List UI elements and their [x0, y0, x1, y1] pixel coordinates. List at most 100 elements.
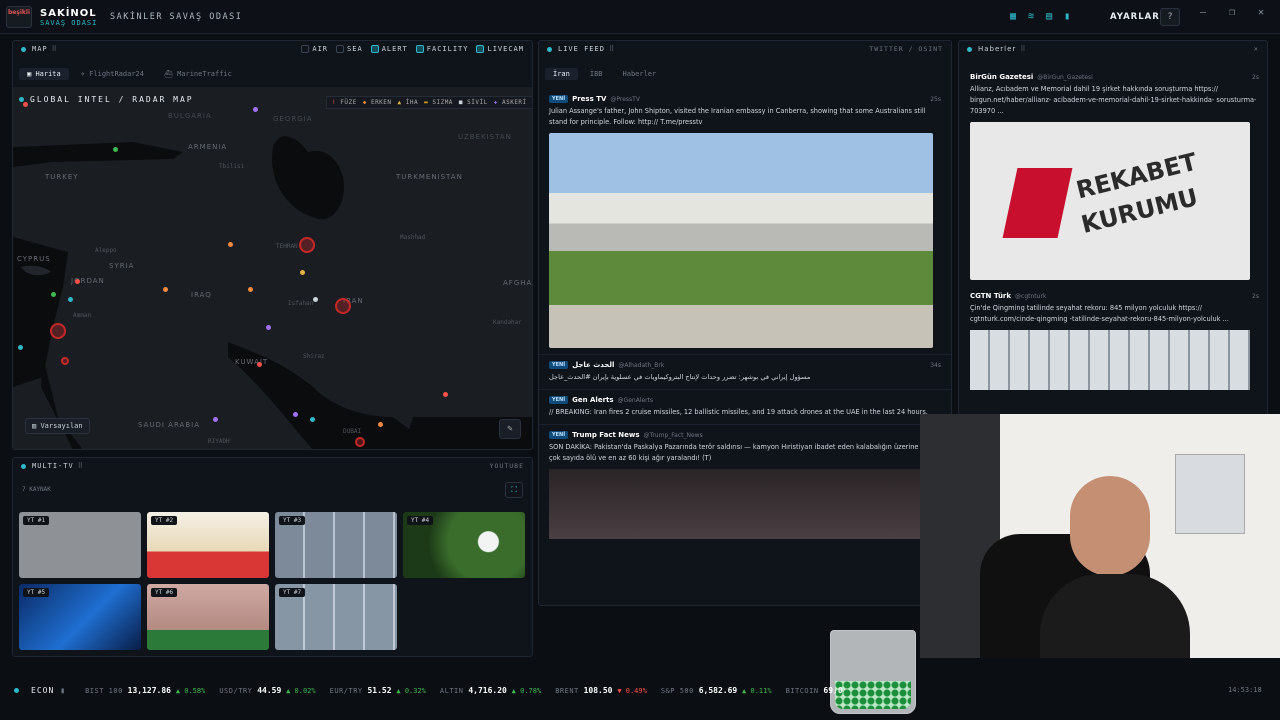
feed-media-image[interactable]	[549, 469, 933, 539]
feed-item[interactable]: YENİ Gen Alerts @GenAlerts // BREAKING: …	[539, 390, 951, 425]
layer-default-button[interactable]: ▥ Varsayılan	[25, 418, 90, 434]
drag-handle-icon[interactable]: ⠿	[609, 45, 615, 53]
news-title: Haberler	[978, 45, 1017, 53]
early-marker[interactable]	[248, 287, 253, 292]
tv-tile-3[interactable]: YT #3	[275, 512, 397, 578]
tv-tile-5[interactable]: YT #5	[19, 584, 141, 650]
feed-item[interactable]: YENİ Press TV @PressTV 25s Julian Assang…	[539, 89, 951, 355]
edit-pencil-button[interactable]: ✎	[499, 419, 521, 439]
feed-media-image[interactable]	[549, 133, 933, 348]
news-media-image[interactable]	[970, 330, 1250, 390]
tv-tile-6[interactable]: YT #6	[147, 584, 269, 650]
feed-item-header: YENİ Gen Alerts @GenAlerts	[549, 396, 941, 404]
news-handle: @BirGun_Gazetesi	[1037, 73, 1093, 81]
early-marker[interactable]	[163, 287, 168, 292]
help-button[interactable]: ?	[1160, 8, 1180, 26]
ticker-sp500[interactable]: S&P 500 6,582.69 ▲ 0.11%	[661, 686, 772, 695]
tab-marinetraffic[interactable]: ⛴ MarineTraffic	[156, 68, 240, 80]
facility-marker[interactable]	[113, 147, 118, 152]
ticker-brent[interactable]: BRENT 108.50 ▼ 0.49%	[555, 686, 647, 695]
top-icon-group: ▦ ≋ ▤ ▮	[1010, 11, 1070, 22]
feed-item-header: YENİ Press TV @PressTV 25s	[549, 95, 941, 103]
feed-handle: @PressTV	[610, 95, 640, 103]
tv-tile-4[interactable]: YT #4	[403, 512, 525, 578]
room-title: SAKİNLER SAVAŞ ODASI	[110, 12, 243, 22]
ticker-usdtry[interactable]: USD/TRY 44.59 ▲ 0.02%	[219, 686, 315, 695]
minimize-icon[interactable]: —	[1200, 7, 1206, 18]
new-badge: YENİ	[549, 361, 569, 369]
chart-icon[interactable]: ▮	[1064, 11, 1070, 22]
city-tbilisi: Tbilisi	[219, 163, 245, 170]
webcam-person	[1070, 476, 1150, 576]
military-marker[interactable]	[213, 417, 218, 422]
feed-author: Gen Alerts	[572, 396, 614, 404]
military-marker[interactable]	[293, 412, 298, 417]
livecam-marker[interactable]	[310, 417, 315, 422]
tv-tile-1[interactable]: YT #1	[19, 512, 141, 578]
logo-text: beşikli	[7, 9, 31, 16]
city-dubai: DUBAI	[343, 428, 362, 435]
news-media-image[interactable]: REKABET KURUMU	[970, 122, 1250, 280]
tv-tile-2[interactable]: YT #2	[147, 512, 269, 578]
filter-sea[interactable]: SEA	[336, 45, 363, 53]
news-text: Allianz, Acıbadem ve Memorial dahil 19 ş…	[970, 85, 1257, 115]
filter-facility[interactable]: FACILITY	[415, 45, 469, 53]
tab-iran[interactable]: İran	[545, 68, 578, 80]
feed-item[interactable]: YENİ الحدث عاجل @Alhadath_Brk 34s مسؤول …	[539, 355, 951, 390]
livecam-marker[interactable]	[18, 345, 23, 350]
livecam-marker[interactable]	[68, 297, 73, 302]
alert-marker[interactable]	[50, 323, 66, 339]
layers-icon[interactable]: ▤	[1046, 11, 1052, 22]
webcam-person-body	[1040, 574, 1190, 658]
rss-icon[interactable]: ≋	[1028, 11, 1034, 22]
tv-tile-7[interactable]: YT #7	[275, 584, 397, 650]
tab-haberler[interactable]: Haberler	[615, 68, 665, 80]
drag-handle-icon[interactable]: ⠿	[1020, 45, 1026, 53]
civil-marker[interactable]	[313, 297, 318, 302]
missile-marker[interactable]	[443, 392, 448, 397]
alert-marker[interactable]	[335, 298, 351, 314]
maximize-icon[interactable]: ❐	[1229, 7, 1235, 18]
filter-livecam[interactable]: LIVECAM	[476, 45, 524, 53]
checkbox-checked-icon	[476, 45, 485, 53]
news-author: CGTN Türk	[970, 292, 1012, 300]
tab-ibb[interactable]: İBB	[582, 68, 611, 80]
filter-air[interactable]: AIR	[301, 45, 328, 53]
settings-button[interactable]: AYARLAR	[1110, 12, 1160, 22]
filter-label: AIR	[312, 45, 329, 53]
news-item[interactable]: BirGün Gazetesi @BirGun_Gazetesi 2s Alli…	[959, 67, 1267, 286]
drag-handle-icon[interactable]: ⠿	[52, 45, 58, 53]
alert-marker[interactable]	[61, 357, 69, 365]
channel-logo: beşikli	[6, 6, 32, 28]
drag-handle-icon[interactable]: ⠿	[78, 462, 84, 470]
ticker-bitcoin[interactable]: BITCOIN 69,0	[786, 686, 843, 695]
uav-marker[interactable]	[300, 270, 305, 275]
legend-uav: ▲ İHA	[397, 99, 419, 106]
close-icon[interactable]: ✕	[1258, 7, 1264, 18]
feed-text: SON DAKİKA: Pakistan'da Paskalya Pazarın…	[549, 443, 939, 462]
tab-flightradar[interactable]: ✈ FlightRadar24	[73, 68, 152, 80]
feed-item[interactable]: YENİ Trump Fact News @Trump_Fact_News SO…	[539, 425, 951, 545]
early-marker[interactable]	[378, 422, 383, 427]
feed-tabs: İran İBB Haberler	[539, 65, 951, 83]
missile-marker[interactable]	[23, 102, 28, 107]
close-icon[interactable]: ✕	[1254, 45, 1259, 53]
radar-map[interactable]: GLOBAL INTEL / RADAR MAP ! FÜZE ◆ ERKEN …	[13, 87, 532, 449]
tab-harita[interactable]: ▣ Harita	[19, 68, 69, 80]
ticker-eurtry[interactable]: EUR/TRY 51.52 ▲ 0.32%	[330, 686, 426, 695]
ticker-name: BRENT	[555, 686, 579, 695]
military-marker[interactable]	[253, 107, 258, 112]
filter-alert[interactable]: ALERT	[370, 45, 408, 53]
map-icon[interactable]: ▦	[1010, 11, 1016, 22]
news-item[interactable]: CGTN Türk @cgtnturk 2s Çin'de Qingming t…	[959, 286, 1267, 396]
alert-marker[interactable]	[299, 237, 315, 253]
early-marker[interactable]	[228, 242, 233, 247]
ticker-altin[interactable]: ALTIN 4,716.20 ▲ 0.78%	[440, 686, 541, 695]
military-marker[interactable]	[266, 325, 271, 330]
missile-marker[interactable]	[75, 279, 80, 284]
facility-marker[interactable]	[51, 292, 56, 297]
ticker-bist[interactable]: BIST 100 13,127.86 ▲ 0.58%	[85, 686, 205, 695]
missile-marker[interactable]	[257, 362, 262, 367]
alert-marker[interactable]	[355, 437, 365, 447]
fullscreen-icon[interactable]: ⛶	[505, 482, 523, 498]
